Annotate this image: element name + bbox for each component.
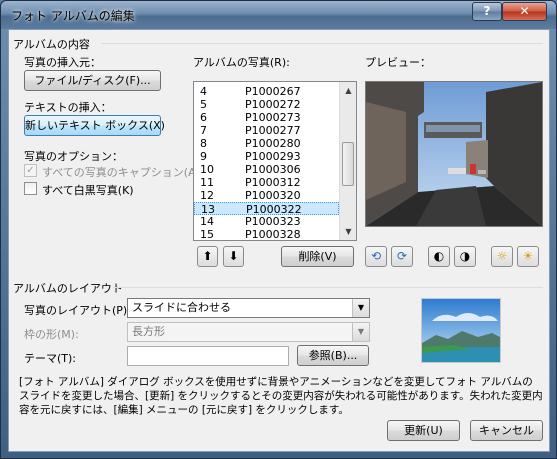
chevron-down-icon[interactable]: ▼ <box>352 299 369 317</box>
brightness-down-button[interactable]: ☀ <box>517 246 539 267</box>
brightness-up-button[interactable]: ☼ <box>491 246 513 267</box>
help-icon: ? <box>483 4 491 18</box>
chevron-down-icon[interactable]: ▼ <box>352 323 369 341</box>
arrow-down-icon: ⬇ <box>228 249 239 263</box>
list-item[interactable]: 14 P1000323 <box>194 215 339 228</box>
picture-layout-label: 写真のレイアウト(P): <box>24 304 131 317</box>
photo-number: 5 <box>200 98 207 111</box>
rotate-left-icon: ⟲ <box>370 249 382 263</box>
rotate-right-icon: ⟳ <box>396 249 408 263</box>
photo-name: P1000280 <box>245 137 301 150</box>
new-textbox-button[interactable]: 新しいテキスト ボックス(X) <box>24 115 165 136</box>
album-layout-group-label: アルバムのレイアウト <box>13 282 123 295</box>
list-item[interactable]: 6 P1000273 <box>194 111 339 124</box>
list-item[interactable]: 11 P1000312 <box>194 176 339 189</box>
help-button[interactable]: ? <box>472 2 502 21</box>
browse-button[interactable]: 参照(B)... <box>297 345 369 366</box>
photo-name: P1000272 <box>245 98 301 111</box>
rotate-left-button[interactable]: ⟲ <box>365 246 387 267</box>
theme-label: テーマ(T): <box>24 352 77 365</box>
checkmark-icon: ✓ <box>26 165 35 176</box>
album-photos-listbox[interactable]: 4 P1000267 5 P1000272 6 P1000273 7 P1000277 8 P10… <box>193 81 357 241</box>
move-down-button[interactable]: ⬇ <box>223 246 244 267</box>
theme-input[interactable] <box>127 346 289 366</box>
layout-thumbnail <box>421 298 501 363</box>
update-warning-text: [フォト アルバム] ダイアログ ボックスを使用せずに背景やアニメーションなどを… <box>19 376 543 416</box>
contrast-down-button[interactable]: ◑ <box>454 246 476 267</box>
picture-layout-value: スライドに合わせる <box>132 301 231 314</box>
photo-number: 11 <box>200 176 214 189</box>
photo-number: 8 <box>200 137 207 150</box>
frame-shape-label: 枠の形(M): <box>24 328 79 341</box>
cancel-button[interactable]: キャンセル <box>470 420 543 441</box>
list-item[interactable]: 13 P1000322 <box>194 202 339 216</box>
scroll-thumb[interactable] <box>342 142 354 186</box>
photo-name: P1000277 <box>245 124 301 137</box>
frame-shape-value: 長方形 <box>132 325 165 338</box>
all-bw-checkbox[interactable] <box>24 182 37 195</box>
list-item[interactable]: 12 P1000320 <box>194 189 339 202</box>
photo-number: 15 <box>200 228 214 241</box>
arrow-up-icon: ⬆ <box>202 249 213 263</box>
list-item[interactable]: 5 P1000272 <box>194 98 339 111</box>
frame-shape-select[interactable]: 長方形 ▼ <box>127 322 370 342</box>
preview-label: プレビュー： <box>365 56 431 69</box>
photo-name: P1000267 <box>245 85 301 98</box>
all-bw-label: すべて白黒写真(K) <box>42 184 134 197</box>
list-item[interactable]: 10 P1000306 <box>194 163 339 176</box>
insert-photo-label: 写真の挿入元： <box>24 56 101 69</box>
photo-name: P1000273 <box>245 111 301 124</box>
list-item[interactable]: 4 P1000267 <box>194 85 339 98</box>
update-button[interactable]: 更新(U) <box>387 420 460 441</box>
rotate-right-button[interactable]: ⟳ <box>391 246 413 267</box>
list-item[interactable]: 15 P1000328 <box>194 228 339 241</box>
brightness-up-icon: ☼ <box>496 249 508 263</box>
file-disk-button[interactable]: ファイル/ディスク(F)... <box>24 70 161 91</box>
caption-all-checkbox[interactable]: ✓ <box>24 164 37 177</box>
list-item[interactable]: 8 P1000280 <box>194 137 339 150</box>
list-scrollbar[interactable]: ▲ ▼ <box>339 82 356 240</box>
album-photos-label: アルバムの写真(R): <box>193 56 290 69</box>
group-divider <box>101 43 543 44</box>
delete-button[interactable]: 削除(V) <box>281 246 354 267</box>
contrast-up-button[interactable]: ◐ <box>428 246 450 267</box>
close-icon: ✕ <box>519 4 530 18</box>
picture-layout-select[interactable]: スライドに合わせる ▼ <box>127 298 370 318</box>
landscape-thumbnail-image <box>422 299 500 362</box>
scroll-up-icon[interactable]: ▲ <box>340 82 356 99</box>
caption-all-label: すべての写真のキャプション(A) <box>42 166 200 179</box>
dialog-client-area: アルバムの内容 写真の挿入元： ファイル/ディスク(F)... テキストの挿入：… <box>8 29 550 452</box>
photo-number: 6 <box>200 111 207 124</box>
insert-text-label: テキストの挿入： <box>24 101 112 114</box>
move-up-button[interactable]: ⬆ <box>197 246 218 267</box>
photo-name: P1000312 <box>245 176 301 189</box>
contrast-up-icon: ◐ <box>433 249 445 263</box>
photo-number: 7 <box>200 124 207 137</box>
photo-number: 14 <box>200 215 214 228</box>
photo-number: 4 <box>200 85 207 98</box>
album-content-group-label: アルバムの内容 <box>13 38 90 51</box>
photo-number: 9 <box>200 150 207 163</box>
photo-name: P1000320 <box>245 189 301 202</box>
street-photo-preview <box>366 82 542 226</box>
brightness-down-icon: ☀ <box>522 249 534 263</box>
group-divider <box>113 287 543 288</box>
photo-name: P1000306 <box>245 163 301 176</box>
photo-number: 12 <box>200 189 214 202</box>
list-item[interactable]: 7 P1000277 <box>194 124 339 137</box>
photo-name: P1000328 <box>245 228 301 241</box>
photo-name: P1000293 <box>245 150 301 163</box>
list-item[interactable]: 9 P1000293 <box>194 150 339 163</box>
window-title: フォト アルバムの編集 <box>11 9 135 23</box>
scroll-down-icon[interactable]: ▼ <box>340 223 356 240</box>
close-button[interactable]: ✕ <box>502 2 547 21</box>
preview-image <box>365 81 543 227</box>
photo-album-dialog: フォト アルバムの編集 ? ✕ アルバムの内容 写真の挿入元： ファイル/ディス… <box>0 0 557 459</box>
title-bar[interactable]: フォト アルバムの編集 ? ✕ <box>1 1 556 29</box>
contrast-down-icon: ◑ <box>459 249 471 263</box>
photo-options-label: 写真のオプション： <box>24 150 123 163</box>
photo-name: P1000323 <box>245 215 301 228</box>
photo-number: 10 <box>200 163 214 176</box>
